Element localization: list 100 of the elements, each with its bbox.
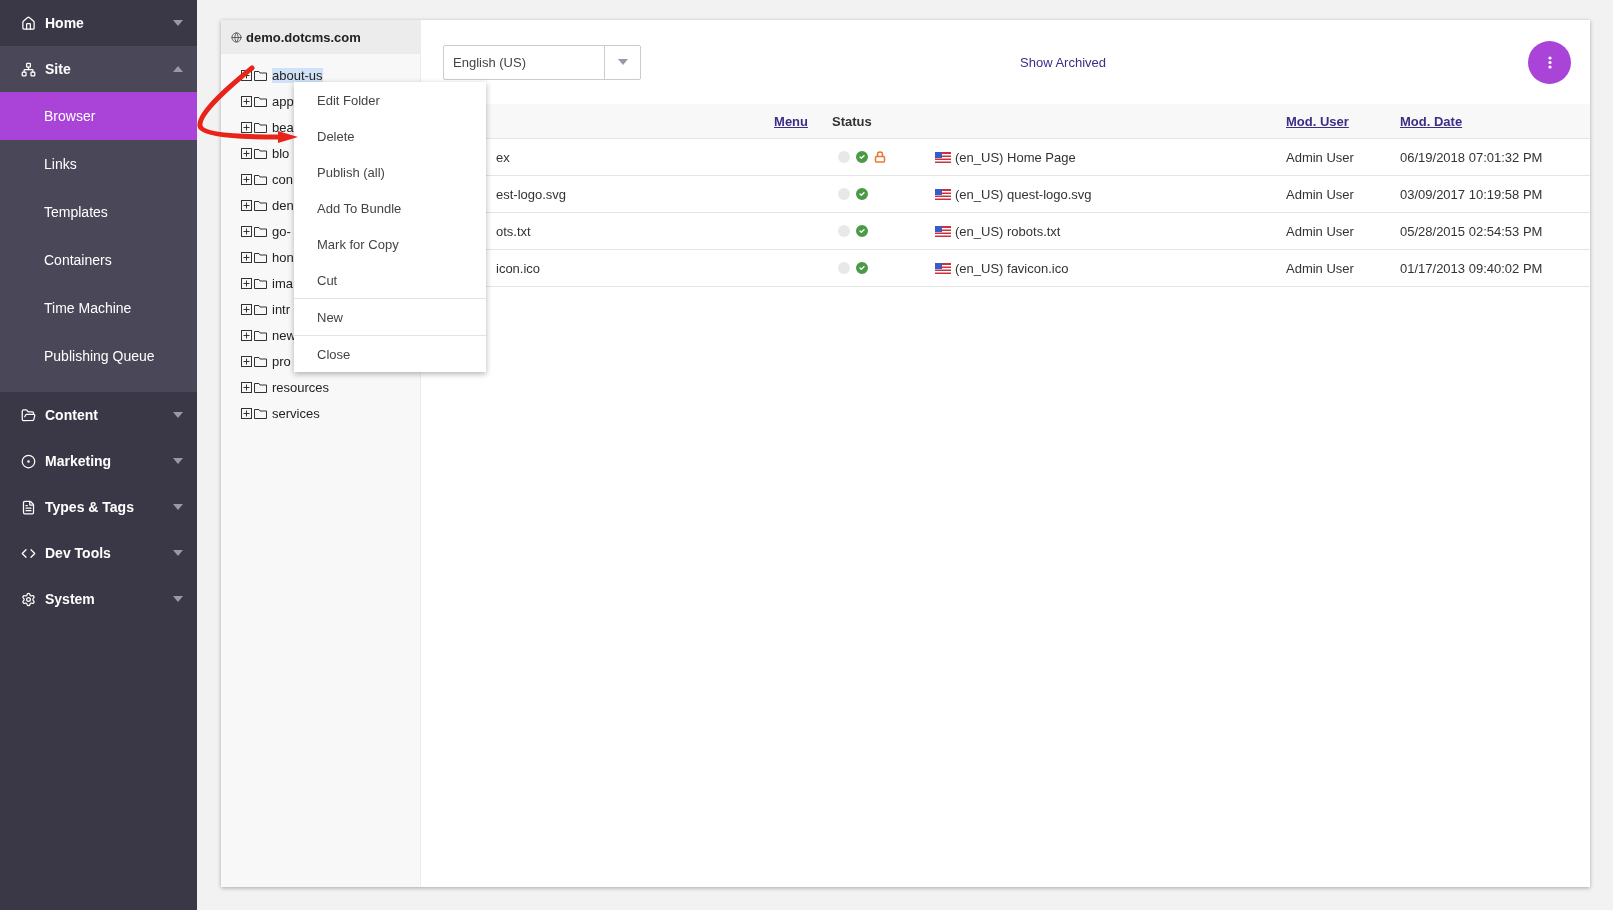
- folder-label[interactable]: blo: [272, 145, 290, 161]
- folder-label[interactable]: hon: [272, 249, 294, 265]
- expand-icon[interactable]: [241, 407, 252, 419]
- mod-date: 06/19/2018 07:01:32 PM: [1400, 149, 1544, 165]
- folder-label[interactable]: den: [272, 197, 294, 213]
- section-icon: [21, 407, 36, 423]
- nav-item[interactable]: Links: [0, 140, 197, 188]
- folder-icon: [254, 381, 267, 393]
- expand-icon[interactable]: [241, 303, 252, 315]
- column-header[interactable]: Mod. Date: [1400, 113, 1463, 129]
- folder-icon: [254, 173, 267, 185]
- description-text: (en_US) favicon.ico: [955, 260, 1069, 276]
- mod-user: Admin User: [1286, 223, 1355, 239]
- nav-section-label: Site: [45, 61, 72, 77]
- check-circle-icon: [854, 260, 870, 276]
- nav-section-label: Home: [45, 15, 85, 31]
- expand-icon[interactable]: [241, 225, 252, 237]
- folder-icon: [254, 251, 267, 263]
- check-circle-icon: [854, 149, 870, 165]
- caret-down-icon: [173, 458, 183, 464]
- menu-item[interactable]: Edit Folder: [294, 82, 486, 118]
- nav-item[interactable]: Containers: [0, 236, 197, 284]
- nav-section[interactable]: System: [0, 576, 197, 622]
- folder-icon: [254, 407, 267, 419]
- mod-user: Admin User: [1286, 149, 1355, 165]
- expand-icon[interactable]: [241, 251, 252, 263]
- folder-label[interactable]: ima: [272, 275, 293, 291]
- folder-label[interactable]: con: [272, 171, 293, 187]
- folder-icon: [254, 95, 267, 107]
- folder-label[interactable]: pro: [272, 353, 291, 369]
- nav-section[interactable]: Types & Tags: [0, 484, 197, 530]
- us-flag-icon: [935, 262, 951, 274]
- nav-section[interactable]: Content: [0, 392, 197, 438]
- mod-date: 03/09/2017 10:19:58 PM: [1400, 186, 1544, 202]
- nav-section[interactable]: Dev Tools: [0, 530, 197, 576]
- nav-item[interactable]: Templates: [0, 188, 197, 236]
- language-value: English (US): [452, 53, 527, 72]
- folder-label[interactable]: services: [272, 405, 320, 421]
- caret-up-icon: [173, 66, 183, 72]
- expand-icon[interactable]: [241, 277, 252, 289]
- language-dropdown[interactable]: English (US): [443, 44, 641, 80]
- lock-icon: [874, 151, 886, 163]
- column-header[interactable]: Mod. User: [1286, 113, 1349, 129]
- expand-icon[interactable]: [241, 69, 252, 81]
- actions-button[interactable]: [1528, 40, 1571, 84]
- folder-icon: [254, 121, 267, 133]
- nav-section[interactable]: Site: [0, 46, 197, 92]
- nav-section-label: Dev Tools: [45, 545, 112, 561]
- nav-section[interactable]: Marketing: [0, 438, 197, 484]
- column-header[interactable]: Menu: [774, 113, 816, 129]
- expand-icon[interactable]: [241, 173, 252, 185]
- caret-down-icon: [617, 59, 628, 65]
- folder-label[interactable]: intr: [272, 301, 291, 317]
- show-archived-link[interactable]: Show Archived: [1020, 54, 1106, 70]
- nav-item[interactable]: Browser: [0, 92, 197, 140]
- expand-icon[interactable]: [241, 95, 252, 107]
- folder-icon: [254, 69, 267, 81]
- expand-icon[interactable]: [241, 329, 252, 341]
- us-flag-icon: [935, 225, 951, 237]
- folder-label[interactable]: bea: [272, 119, 294, 135]
- description-text: (en_US) Home Page: [955, 149, 1076, 165]
- folder-label[interactable]: go-: [272, 223, 291, 239]
- caret-down-icon: [173, 504, 183, 510]
- folder-icon: [254, 199, 267, 211]
- mod-date: 01/17/2013 09:40:02 PM: [1400, 260, 1544, 276]
- description-text: (en_US) quest-logo.svg: [955, 186, 1092, 202]
- folder-icon: [254, 225, 267, 237]
- expand-icon[interactable]: [241, 121, 252, 133]
- folder-icon: [254, 355, 267, 367]
- nav-section-label: Marketing: [45, 453, 113, 469]
- folder-label[interactable]: about-us: [272, 67, 323, 83]
- globe-icon: [231, 31, 242, 43]
- folder-icon: [254, 329, 267, 341]
- expand-icon[interactable]: [241, 147, 252, 159]
- folder-icon: [254, 147, 267, 159]
- section-icon: [21, 453, 36, 469]
- caret-down-icon: [173, 550, 183, 556]
- more-vertical-icon: [1547, 55, 1552, 69]
- folder-label[interactable]: app: [272, 93, 294, 109]
- menu-item[interactable]: Close: [294, 336, 486, 372]
- caret-down-icon: [173, 596, 183, 602]
- description-text: (en_US) robots.txt: [955, 223, 1061, 239]
- section-icon: [21, 61, 36, 77]
- check-circle-icon: [854, 186, 870, 202]
- expand-icon[interactable]: [241, 381, 252, 393]
- mod-user: Admin User: [1286, 260, 1355, 276]
- mod-date: 05/28/2015 02:54:53 PM: [1400, 223, 1544, 239]
- expand-icon[interactable]: [241, 199, 252, 211]
- nav-section-label: System: [45, 591, 96, 607]
- folder-icon: [254, 277, 267, 289]
- nav-section[interactable]: Home: [0, 0, 197, 46]
- column-header: Status: [831, 113, 872, 129]
- section-icon: [21, 591, 36, 607]
- expand-icon[interactable]: [241, 355, 252, 367]
- folder-label[interactable]: resources: [272, 379, 330, 395]
- site-name: demo.dotcms.com: [246, 29, 361, 45]
- nav-item[interactable]: Publishing Queue: [0, 332, 197, 380]
- section-icon: [21, 499, 36, 515]
- menu-item[interactable]: New: [294, 299, 486, 335]
- nav-item[interactable]: Time Machine: [0, 284, 197, 332]
